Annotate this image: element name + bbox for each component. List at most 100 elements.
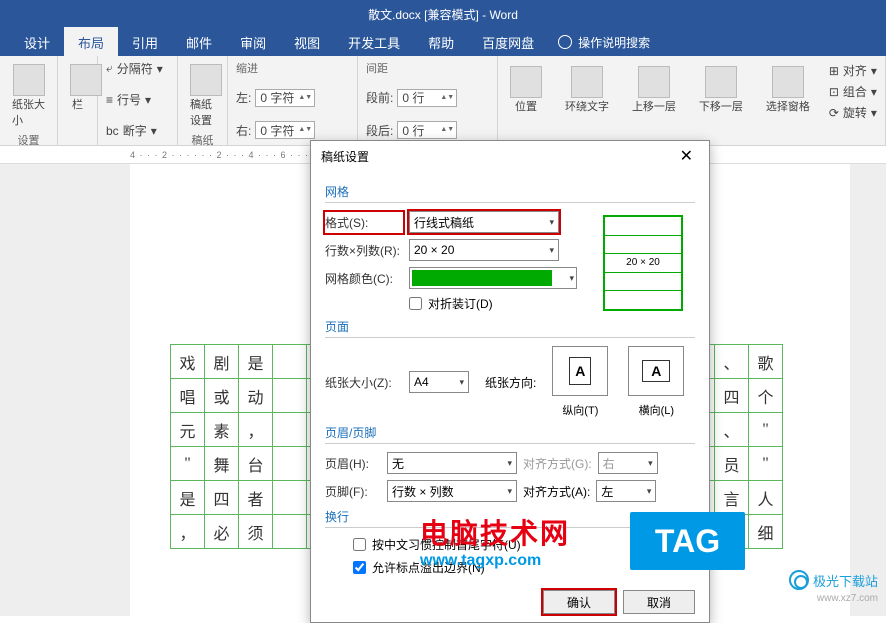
fold-checkbox[interactable]: [409, 297, 422, 310]
format-label: 格式(S):: [325, 212, 403, 233]
header-label: 页眉(H):: [325, 455, 381, 472]
tab-design[interactable]: 设计: [10, 27, 64, 58]
window-title: 散文.docx [兼容模式] - Word: [0, 0, 886, 28]
paper-combo[interactable]: A4▾: [409, 371, 469, 393]
after-spinner[interactable]: 0 行▲▼: [397, 121, 457, 139]
format-combo[interactable]: 行线式稿纸▾: [409, 211, 559, 233]
before-spinner[interactable]: 0 行▲▼: [397, 89, 457, 107]
footer-label: 页脚(F):: [325, 483, 381, 500]
grid-cell: 、: [715, 515, 749, 549]
grid-cell: 台: [239, 447, 273, 481]
grid-cell: ": [749, 413, 783, 447]
rows-label: 行数×列数(R):: [325, 242, 403, 259]
rows-combo[interactable]: 20 × 20▾: [409, 239, 559, 261]
section-wrap: 换行: [325, 508, 695, 528]
section-headerfooter: 页眉/页脚: [325, 424, 695, 444]
grid-cell: ，: [171, 515, 205, 549]
dialog-title: 稿纸设置: [321, 148, 369, 165]
tab-reference[interactable]: 引用: [118, 27, 172, 58]
indent-left-label: 左:: [236, 89, 251, 106]
gaozhi-button[interactable]: 稿纸设置: [186, 60, 219, 132]
before-label: 段前:: [366, 89, 393, 106]
grid-cell: [273, 481, 307, 515]
indent-header: 缩进: [236, 60, 349, 76]
bulb-icon: [558, 35, 572, 49]
gaozhi-icon: [190, 64, 222, 96]
grid-cell: [273, 379, 307, 413]
grid-cell: 言: [715, 481, 749, 515]
send-backward-button[interactable]: 下移一层: [695, 62, 747, 118]
landscape-button[interactable]: A: [628, 346, 684, 396]
punct-checkbox[interactable]: [353, 561, 366, 574]
color-swatch: [412, 270, 552, 286]
grid-cell: 、: [715, 345, 749, 379]
cjk-label: 按中文习惯控制首尾字符(U): [372, 536, 521, 553]
tell-me-search[interactable]: 操作说明搜索: [558, 34, 650, 51]
tab-help[interactable]: 帮助: [414, 27, 468, 58]
spacing-header: 间距: [366, 60, 489, 76]
rotate-button[interactable]: ⟳ 旋转 ▾: [829, 104, 877, 121]
position-icon: [510, 66, 542, 98]
columns-button[interactable]: 栏: [66, 60, 89, 116]
indent-right-spinner[interactable]: 0 字符▲▼: [255, 121, 315, 139]
color-combo[interactable]: ▾: [409, 267, 577, 289]
paper-label: 纸张大小(Z):: [325, 374, 403, 391]
falign-combo[interactable]: 左▾: [596, 480, 656, 502]
forward-icon: [638, 66, 670, 98]
breaks-button[interactable]: ⤶ 分隔符 ▾: [106, 60, 169, 77]
grid-cell: 必: [205, 515, 239, 549]
ribbon-tabs: 设计 布局 引用 邮件 审阅 视图 开发工具 帮助 百度网盘 操作说明搜索: [0, 28, 886, 56]
cancel-button[interactable]: 取消: [623, 590, 695, 614]
tab-layout[interactable]: 布局: [64, 27, 118, 58]
grid-cell: [273, 413, 307, 447]
grid-cell: 个: [749, 379, 783, 413]
grid-cell: [273, 447, 307, 481]
grid-cell: 剧: [205, 345, 239, 379]
jg-url: www.xz7.com: [817, 593, 878, 604]
selection-pane-button[interactable]: 选择窗格: [762, 62, 814, 118]
grid-cell: ": [749, 447, 783, 481]
backward-icon: [705, 66, 737, 98]
close-icon[interactable]: ✕: [674, 144, 699, 168]
footer-combo[interactable]: 行数 × 列数▾: [387, 480, 517, 502]
grid-cell: 戏: [171, 345, 205, 379]
grid-cell: 元: [171, 413, 205, 447]
bring-forward-button[interactable]: 上移一层: [628, 62, 680, 118]
tab-mail[interactable]: 邮件: [172, 27, 226, 58]
group-label-setup: 设置: [8, 132, 49, 148]
halign-label: 对齐方式(G):: [523, 455, 592, 472]
grid-cell: ": [171, 447, 205, 481]
tab-dev[interactable]: 开发工具: [334, 27, 414, 58]
header-combo[interactable]: 无▾: [387, 452, 517, 474]
grid-cell: 动: [239, 379, 273, 413]
punct-label: 允许标点溢出边界(N): [372, 559, 485, 576]
portrait-label: 纵向(T): [552, 402, 608, 418]
grid-cell: 是: [171, 481, 205, 515]
page-size-button[interactable]: 纸张大小: [8, 60, 49, 132]
hyphenation-button[interactable]: bc 断字 ▾: [106, 122, 169, 139]
portrait-button[interactable]: A: [552, 346, 608, 396]
indent-left-spinner[interactable]: 0 字符▲▼: [255, 89, 315, 107]
after-label: 段后:: [366, 122, 393, 139]
tab-baidu[interactable]: 百度网盘: [468, 27, 548, 58]
grid-cell: 者: [239, 481, 273, 515]
color-label: 网格颜色(C):: [325, 270, 403, 287]
page-icon: [13, 64, 45, 96]
fold-label: 对折装订(D): [428, 295, 493, 312]
group-button[interactable]: ⊡ 组合 ▾: [829, 83, 877, 100]
selection-icon: [772, 66, 804, 98]
grid-cell: 四: [715, 379, 749, 413]
ok-button[interactable]: 确认: [543, 590, 615, 614]
cjk-checkbox[interactable]: [353, 538, 366, 551]
align-button[interactable]: ⊞ 对齐 ▾: [829, 62, 877, 79]
falign-label: 对齐方式(A):: [523, 483, 590, 500]
line-numbers-button[interactable]: ≡ 行号 ▾: [106, 91, 169, 108]
tab-view[interactable]: 视图: [280, 27, 334, 58]
grid-cell: 唱: [171, 379, 205, 413]
position-button[interactable]: 位置: [506, 62, 546, 118]
wrap-button[interactable]: 环绕文字: [561, 62, 613, 118]
grid-cell: ，: [239, 413, 273, 447]
wrap-icon: [571, 66, 603, 98]
grid-cell: 四: [205, 481, 239, 515]
tab-review[interactable]: 审阅: [226, 27, 280, 58]
